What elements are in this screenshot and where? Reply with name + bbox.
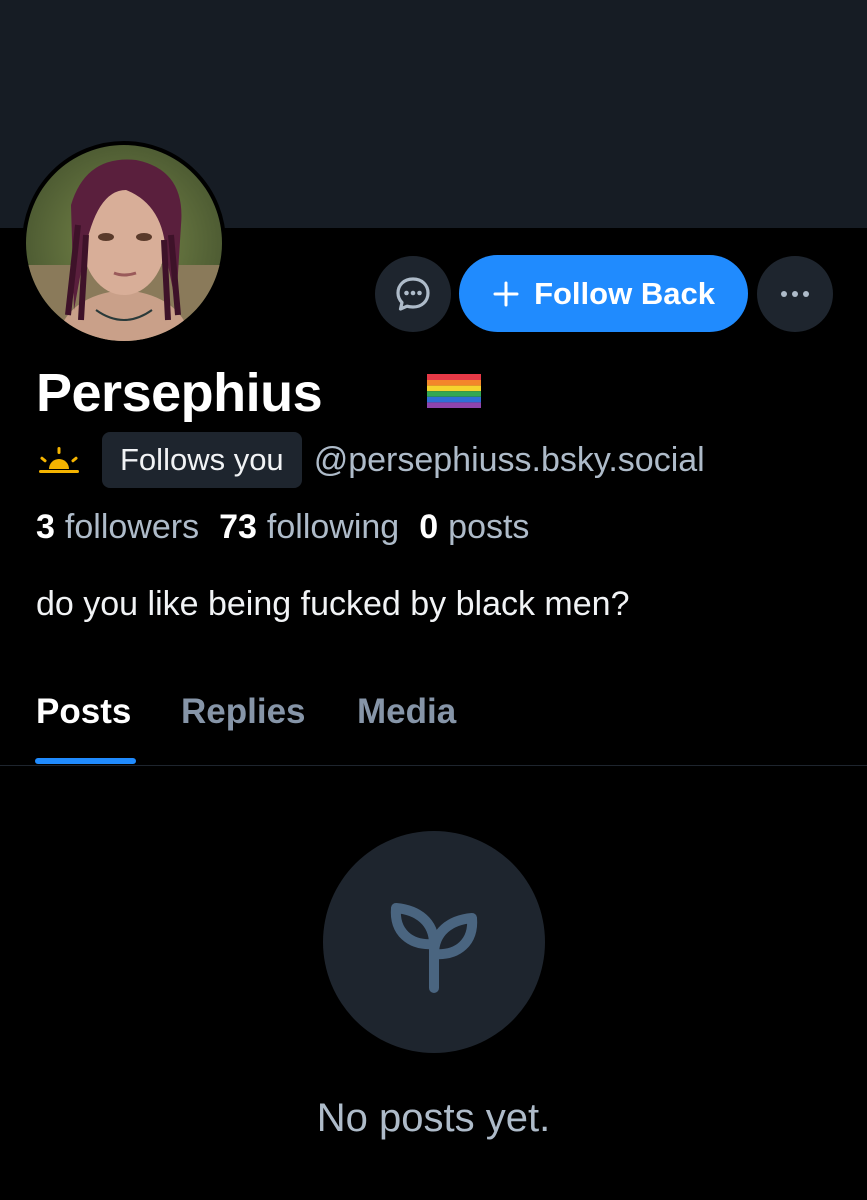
sunrise-icon [39, 447, 79, 473]
active-tab-indicator [35, 758, 136, 764]
following-count[interactable]: 73 [219, 508, 257, 547]
profile-handle[interactable]: @persephiuss.bsky.social [314, 441, 705, 480]
rainbow-flag-icon [427, 374, 481, 408]
following-label[interactable]: following [267, 508, 399, 547]
seedling-icon [390, 903, 478, 993]
posts-count: 0 [419, 508, 439, 546]
avatar-image [26, 145, 222, 341]
tab-media[interactable]: Media [357, 692, 456, 732]
profile-bio: do you like being fucked by black men? [36, 585, 630, 623]
more-options-button[interactable] [757, 256, 833, 332]
profile-tabs: Posts Replies Media [0, 680, 867, 766]
followers-count[interactable]: 3 [36, 508, 55, 547]
empty-state-icon-container [323, 831, 545, 1053]
tab-posts[interactable]: Posts [36, 692, 131, 732]
plus-icon [493, 281, 519, 306]
display-name: Persephius [36, 363, 323, 423]
followers-label[interactable]: followers [65, 508, 199, 547]
empty-state-text: No posts yet. [316, 1096, 551, 1140]
profile-page: Follow Back Persephius Follows you @pers… [0, 0, 867, 1200]
tab-replies[interactable]: Replies [181, 692, 306, 732]
profile-meta-row: Follows you @persephiuss.bsky.social [36, 432, 705, 488]
follow-back-button[interactable]: Follow Back [459, 255, 748, 332]
message-button[interactable] [375, 256, 451, 332]
profile-stats: 3 followers 73 following 0 posts [36, 508, 549, 547]
follow-back-label: Follow Back [534, 275, 715, 311]
chat-bubble-icon [396, 277, 430, 311]
follows-you-badge: Follows you [102, 432, 302, 488]
ellipsis-icon [781, 291, 809, 297]
posts-label: posts [448, 508, 530, 546]
avatar[interactable] [22, 141, 226, 345]
